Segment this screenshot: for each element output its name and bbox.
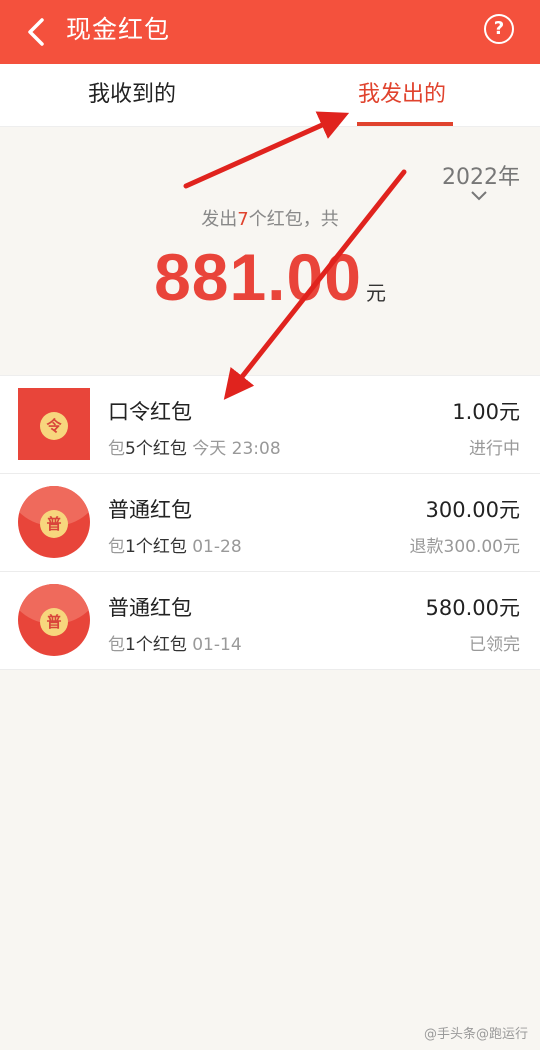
watermark: @手头条@跑运行	[423, 1027, 528, 1042]
item-sub-prefix: 包	[108, 439, 125, 459]
top-app-bar: 现金红包 ?	[0, 0, 540, 64]
seal-badge: 普	[40, 608, 68, 636]
summary-text: 发出7个红包，共	[0, 205, 540, 231]
list-item[interactable]: 普 普通红包 包1个红包 01-28 300.00元 退款300.00元	[0, 474, 540, 572]
item-date: 01-14	[192, 635, 242, 655]
summary-count: 7	[237, 209, 249, 230]
seal-badge: 普	[40, 510, 68, 538]
item-amount: 580.00元	[425, 596, 520, 620]
red-packet-thumbnail: 令	[18, 388, 90, 460]
tab-bar: 我收到的 我发出的	[0, 64, 540, 127]
chevron-down-icon[interactable]	[470, 189, 488, 203]
item-sub-prefix: 包	[108, 537, 125, 557]
item-packet-count: 1个红包	[125, 537, 187, 557]
item-title: 普通红包	[108, 498, 192, 522]
item-amount: 1.00元	[452, 400, 520, 424]
summary-prefix: 发出	[201, 209, 238, 230]
item-date: 01-28	[192, 537, 242, 557]
total-amount: 881.00 元	[0, 239, 540, 315]
item-sub-prefix: 包	[108, 635, 125, 655]
summary-suffix: 个红包，共	[248, 209, 339, 230]
red-packet-list: 令 口令红包 包5个红包 今天 23:08 1.00元 进行中 普 普通红包 包…	[0, 375, 540, 670]
item-status: 进行中	[469, 439, 520, 459]
item-status: 退款300.00元	[409, 537, 520, 557]
item-title: 普通红包	[108, 596, 192, 620]
item-amount: 300.00元	[425, 498, 520, 522]
item-subtitle: 包1个红包 01-14	[108, 630, 242, 655]
total-amount-value: 881.00	[154, 240, 362, 314]
list-item[interactable]: 令 口令红包 包5个红包 今天 23:08 1.00元 进行中	[0, 376, 540, 474]
seal-badge: 令	[40, 412, 68, 440]
summary-panel: 2022年 发出7个红包，共 881.00 元	[0, 127, 540, 375]
chevron-left-icon[interactable]	[20, 14, 56, 50]
list-item[interactable]: 普 普通红包 包1个红包 01-14 580.00元 已领完	[0, 572, 540, 670]
tab-sent[interactable]: 我发出的	[358, 64, 446, 126]
tab-received[interactable]: 我收到的	[88, 64, 176, 126]
item-title: 口令红包	[108, 400, 192, 424]
red-packet-thumbnail: 普	[18, 584, 90, 656]
total-amount-unit: 元	[365, 281, 386, 305]
item-subtitle: 包1个红包 01-28	[108, 532, 242, 557]
active-tab-indicator	[357, 122, 453, 126]
help-icon[interactable]: ?	[484, 14, 514, 44]
item-packet-count: 5个红包	[125, 439, 187, 459]
item-packet-count: 1个红包	[125, 635, 187, 655]
item-status: 已领完	[469, 635, 520, 655]
red-packet-thumbnail: 普	[18, 486, 90, 558]
page-title: 现金红包	[66, 15, 171, 44]
year-selector[interactable]: 2022年	[442, 159, 520, 191]
item-date: 今天 23:08	[192, 439, 281, 459]
item-subtitle: 包5个红包 今天 23:08	[108, 434, 281, 459]
